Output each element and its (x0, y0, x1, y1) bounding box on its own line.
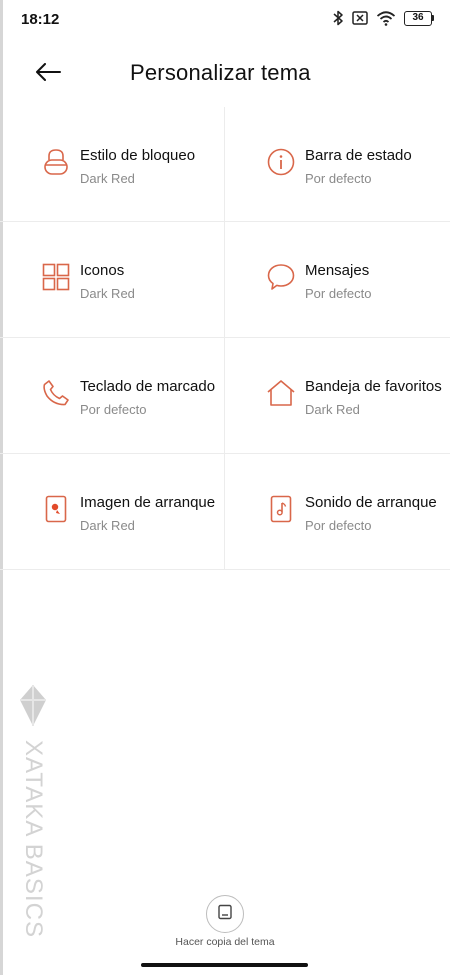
theme-components-grid: Estilo de bloqueo Dark Red Barra de esta… (0, 107, 450, 570)
battery-level: 36 (404, 10, 432, 26)
bluetooth-icon (332, 10, 344, 26)
item-title: Teclado de marcado (80, 378, 216, 395)
item-subtitle: Por defecto (305, 171, 372, 186)
save-icon (217, 904, 233, 925)
back-button[interactable] (28, 58, 68, 90)
item-subtitle: Dark Red (80, 286, 135, 301)
phone-icon (41, 378, 71, 408)
page-title: Personalizar tema (130, 60, 311, 85)
item-title: Imagen de arranque (80, 494, 216, 511)
status-bar: 18:12 36 (0, 0, 450, 40)
item-teclado-de-marcado[interactable]: Teclado de marcado Por defecto (0, 338, 225, 453)
sim-off-icon (352, 11, 368, 25)
item-title: Estilo de bloqueo (80, 147, 196, 164)
status-time: 18:12 (21, 11, 60, 28)
item-subtitle: Por defecto (305, 286, 372, 301)
grid-row: Iconos Dark Red Mensajes Por defecto (0, 222, 450, 338)
grid-icon (41, 262, 71, 292)
home-icon (266, 378, 296, 408)
battery-icon: 36 (404, 10, 434, 26)
watermark-label: XATAKA BASICS (20, 740, 47, 938)
item-title: Iconos (80, 262, 125, 279)
item-iconos[interactable]: Iconos Dark Red (0, 222, 225, 337)
item-title: Sonido de arranque (305, 494, 437, 511)
home-indicator[interactable] (141, 963, 308, 967)
lock-icon (41, 147, 71, 177)
arrow-left-icon (35, 62, 61, 86)
boot-sound-icon (266, 494, 296, 524)
watermark: XATAKA BASICS (14, 684, 54, 944)
item-title: Bandeja de favoritos (305, 378, 442, 395)
item-estilo-de-bloqueo[interactable]: Estilo de bloqueo Dark Red (0, 107, 225, 221)
item-barra-de-estado[interactable]: Barra de estado Por defecto (225, 107, 450, 221)
item-bandeja-de-favoritos[interactable]: Bandeja de favoritos Dark Red (225, 338, 450, 453)
message-bubble-icon (266, 262, 296, 292)
item-subtitle: Dark Red (80, 518, 135, 533)
wifi-icon (376, 10, 396, 26)
boot-image-icon (41, 494, 71, 524)
status-icons: 36 (332, 10, 434, 26)
info-icon (266, 147, 296, 177)
item-title: Mensajes (305, 262, 370, 279)
header: Personalizar tema (0, 50, 450, 98)
item-imagen-de-arranque[interactable]: Imagen de arranque Dark Red (0, 454, 225, 569)
grid-row: Estilo de bloqueo Dark Red Barra de esta… (0, 107, 450, 222)
watermark-text: XATAKA BASICS (20, 740, 47, 938)
grid-row: Teclado de marcado Por defecto Bandeja d… (0, 338, 450, 454)
backup-theme-button[interactable] (206, 895, 244, 933)
item-subtitle: Dark Red (80, 171, 135, 186)
item-subtitle: Por defecto (80, 402, 147, 417)
item-mensajes[interactable]: Mensajes Por defecto (225, 222, 450, 337)
item-title: Barra de estado (305, 147, 412, 164)
grid-row: Imagen de arranque Dark Red Sonido de ar… (0, 454, 450, 570)
watermark-logo-icon (18, 684, 48, 735)
backup-theme-label: Hacer copia del tema (175, 936, 275, 948)
item-subtitle: Por defecto (305, 518, 372, 533)
item-sonido-de-arranque[interactable]: Sonido de arranque Por defecto (225, 454, 450, 569)
item-subtitle: Dark Red (305, 402, 360, 417)
